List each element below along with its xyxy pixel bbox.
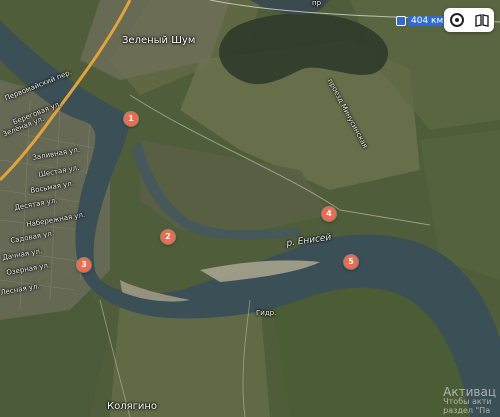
map-marker-4[interactable]: 4 [322, 207, 336, 221]
book-button[interactable] [472, 10, 492, 30]
map-controls [444, 8, 494, 32]
ship-icon [396, 16, 406, 26]
km-marker-label: 404 км [408, 16, 447, 26]
circle-layers-icon [449, 13, 464, 27]
place-label-kolyagino: Колягино [107, 401, 158, 412]
street-label: пр [312, 0, 322, 7]
activation-watermark: Активац Чтобы акти раздел "Па [443, 386, 496, 415]
map-small-label: Гидр. [256, 309, 277, 317]
layers-button[interactable] [447, 10, 467, 30]
watermark-line: раздел "Па [443, 405, 491, 415]
map-marker-2[interactable]: 2 [161, 230, 175, 244]
map-marker-5[interactable]: 5 [344, 255, 358, 269]
map-marker-3[interactable]: 3 [77, 258, 91, 272]
book-icon [474, 14, 489, 27]
place-label-zeleny-shum: Зеленый Шум [122, 35, 196, 46]
satellite-basemap [0, 0, 500, 417]
map-marker-1[interactable]: 1 [124, 112, 138, 126]
map-view[interactable]: Зеленый Шум Колягино пр проезд Минусинск… [0, 0, 500, 417]
km-marker-badge[interactable]: 404 км [396, 16, 447, 26]
